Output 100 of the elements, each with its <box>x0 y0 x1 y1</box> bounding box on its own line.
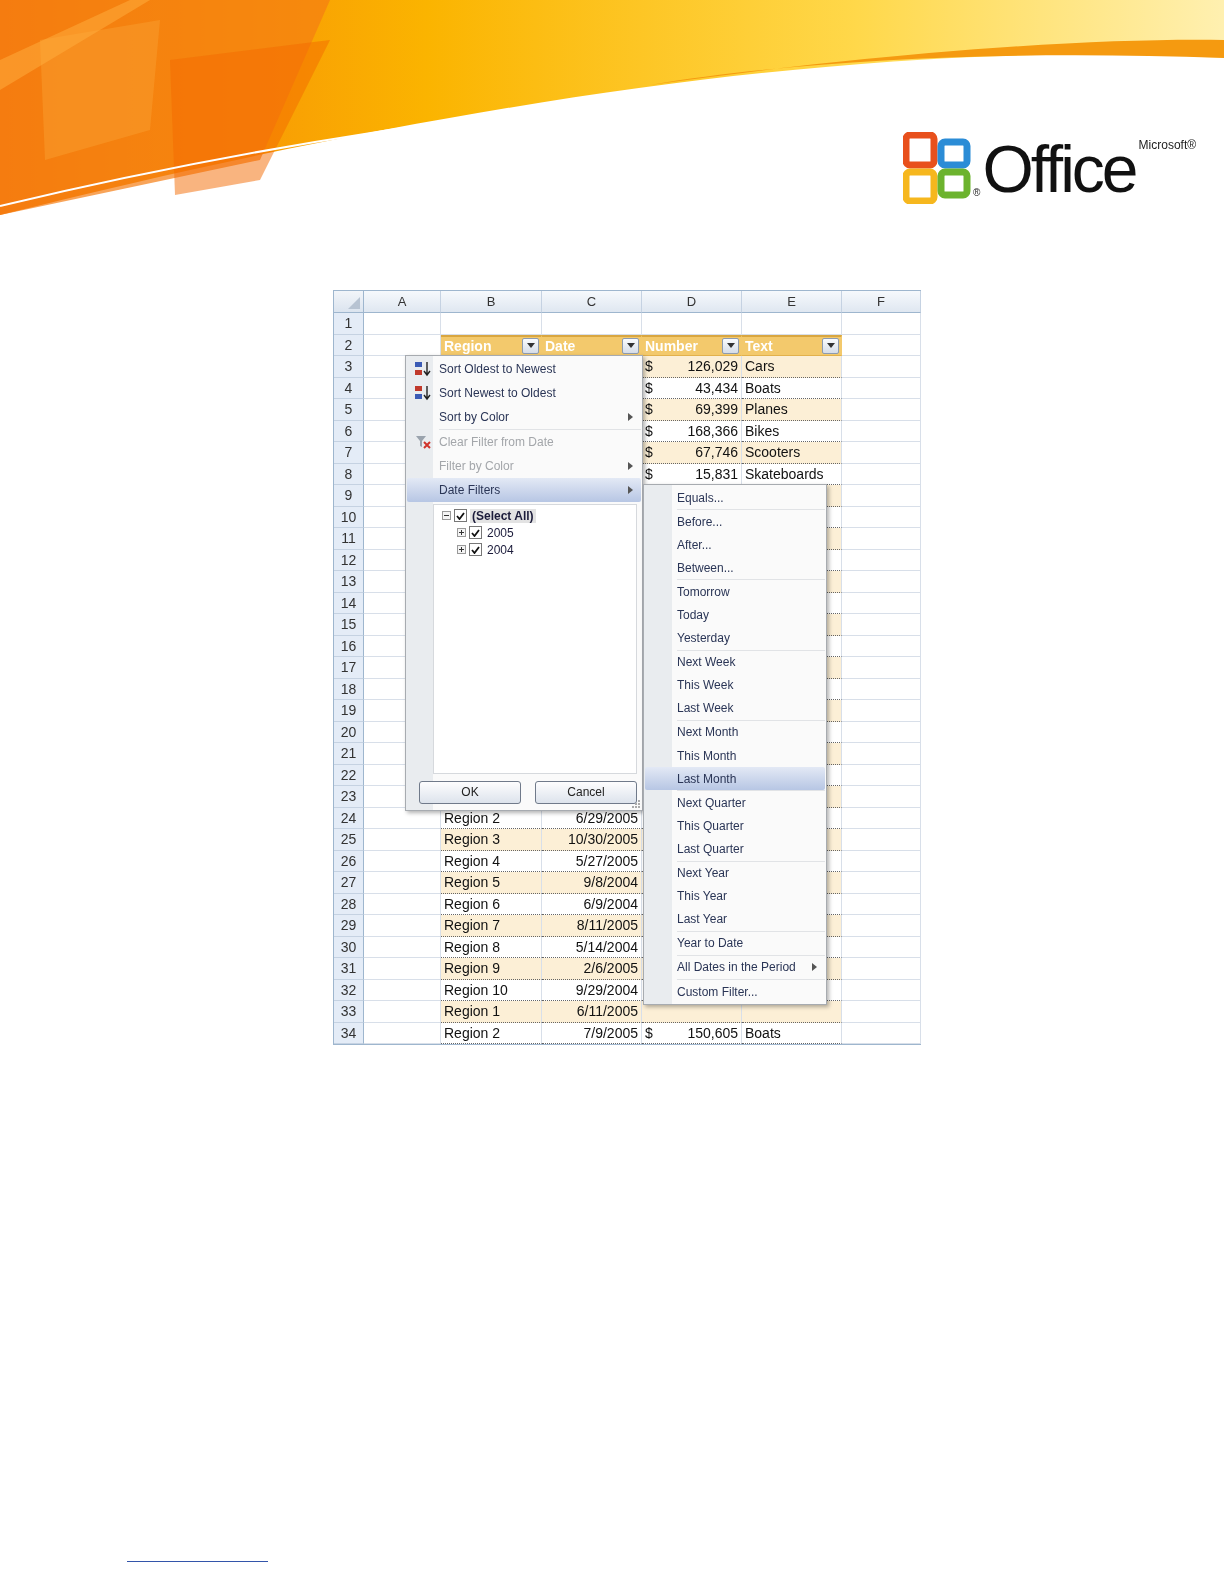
menu-item[interactable]: Next Month <box>645 720 825 745</box>
column-header[interactable]: C <box>542 291 642 313</box>
table-cell: Region 1 <box>441 1001 542 1023</box>
column-header[interactable]: D <box>642 291 742 313</box>
column-header[interactable]: E <box>742 291 842 313</box>
row-header[interactable]: 28 <box>334 893 364 915</box>
row-header[interactable]: 23 <box>334 786 364 808</box>
ok-button[interactable]: OK <box>419 780 521 804</box>
row-header[interactable]: 18 <box>334 678 364 700</box>
expand-icon[interactable] <box>457 528 466 537</box>
menu-item[interactable]: Custom Filter... <box>645 979 825 1004</box>
menu-item[interactable]: Sort by Color <box>407 405 641 429</box>
header-label: Number <box>645 337 698 354</box>
row-header[interactable]: 15 <box>334 614 364 636</box>
table-cell: Skateboards <box>742 463 842 485</box>
row-header[interactable]: 7 <box>334 442 364 464</box>
column-header[interactable]: A <box>364 291 441 313</box>
row-header[interactable]: 27 <box>334 872 364 894</box>
checkbox[interactable] <box>469 526 482 539</box>
submenu-arrow-icon <box>628 462 633 470</box>
checkbox[interactable] <box>454 509 467 522</box>
logo-wordmark: Office <box>982 134 1136 204</box>
menu-item[interactable]: Next Year <box>645 861 825 885</box>
table-cell: Region 7 <box>441 915 542 937</box>
row-header[interactable]: 3 <box>334 356 364 378</box>
menu-item[interactable]: Next Week <box>645 650 825 674</box>
column-header[interactable]: F <box>842 291 921 313</box>
row-header[interactable]: 10 <box>334 506 364 528</box>
row-header[interactable]: 6 <box>334 420 364 442</box>
filter-dropdown-button[interactable] <box>522 337 539 354</box>
row-header[interactable]: 4 <box>334 377 364 399</box>
table-cell: 8/11/2005 <box>542 915 642 937</box>
table-cell: Boats <box>742 377 842 399</box>
menu-item[interactable]: Yesterday <box>645 626 825 650</box>
dropdown-arrow-icon <box>826 343 835 349</box>
row-header[interactable]: 8 <box>334 463 364 485</box>
row-header[interactable]: 5 <box>334 399 364 421</box>
row-header[interactable]: 13 <box>334 571 364 593</box>
row-header[interactable]: 1 <box>334 313 364 335</box>
menu-item[interactable]: Equals... <box>645 486 825 510</box>
row-header[interactable]: 12 <box>334 549 364 571</box>
sort-descending-icon <box>414 385 432 401</box>
row-header[interactable]: 22 <box>334 764 364 786</box>
menu-item[interactable]: Before... <box>645 510 825 534</box>
menu-item[interactable]: Next Quarter <box>645 791 825 815</box>
row-header[interactable]: 26 <box>334 850 364 872</box>
menu-item[interactable]: Sort Oldest to Newest <box>407 357 641 381</box>
row-header[interactable]: 16 <box>334 635 364 657</box>
menu-item[interactable]: Date Filters <box>407 478 641 502</box>
menu-item[interactable]: Sort Newest to Oldest <box>407 381 641 405</box>
menu-item[interactable]: Last Week <box>645 696 825 720</box>
menu-item[interactable]: Between... <box>645 556 825 580</box>
resize-grip-icon[interactable] <box>632 800 640 808</box>
expand-icon[interactable] <box>457 545 466 554</box>
menu-item[interactable]: After... <box>645 533 825 557</box>
row-header[interactable]: 33 <box>334 1001 364 1023</box>
menu-item[interactable]: Last Month <box>645 767 825 791</box>
row-header[interactable]: 32 <box>334 979 364 1001</box>
row-header[interactable]: 24 <box>334 807 364 829</box>
filter-dropdown-button[interactable] <box>722 337 739 354</box>
checkbox[interactable] <box>469 543 482 556</box>
menu-item[interactable]: Tomorrow <box>645 580 825 604</box>
menu-item[interactable]: This Week <box>645 673 825 697</box>
tree-item-label[interactable]: 2004 <box>485 542 516 557</box>
row-header[interactable]: 30 <box>334 936 364 958</box>
row-header[interactable]: 2 <box>334 334 364 356</box>
cancel-button[interactable]: Cancel <box>535 780 637 804</box>
triangle-icon <box>348 297 360 309</box>
collapse-icon[interactable] <box>442 511 451 520</box>
table-cell: $ 69,399 <box>642 399 742 421</box>
table-cell: 10/30/2005 <box>542 829 642 851</box>
menu-item[interactable]: Last Year <box>645 907 825 931</box>
filter-dropdown-button[interactable] <box>622 337 639 354</box>
submenu-arrow-icon <box>628 413 633 421</box>
filter-dropdown-button[interactable] <box>822 337 839 354</box>
row-header[interactable]: 20 <box>334 721 364 743</box>
logo-icon <box>903 132 971 204</box>
menu-item[interactable]: Year to Date <box>645 931 825 955</box>
registered-mark: ® <box>973 187 981 198</box>
menu-item[interactable]: This Quarter <box>645 814 825 838</box>
row-header[interactable]: 25 <box>334 829 364 851</box>
submenu-arrow-icon <box>812 963 817 972</box>
row-header[interactable]: 17 <box>334 657 364 679</box>
table-cell: 6/11/2005 <box>542 1001 642 1023</box>
tree-item-label[interactable]: (Select All) <box>470 508 536 523</box>
menu-item[interactable]: Last Quarter <box>645 837 825 861</box>
row-header[interactable]: 14 <box>334 592 364 614</box>
menu-item[interactable]: This Month <box>645 744 825 768</box>
row-header[interactable]: 19 <box>334 700 364 722</box>
row-header[interactable]: 21 <box>334 743 364 765</box>
tree-item-label[interactable]: 2005 <box>485 525 516 540</box>
row-header[interactable]: 34 <box>334 1022 364 1044</box>
row-header[interactable]: 9 <box>334 485 364 507</box>
row-header[interactable]: 31 <box>334 958 364 980</box>
menu-item[interactable]: Today <box>645 603 825 627</box>
column-header[interactable]: B <box>441 291 542 313</box>
row-header[interactable]: 29 <box>334 915 364 937</box>
menu-item[interactable]: All Dates in the Period <box>645 955 825 979</box>
row-header[interactable]: 11 <box>334 528 364 550</box>
menu-item[interactable]: This Year <box>645 884 825 908</box>
